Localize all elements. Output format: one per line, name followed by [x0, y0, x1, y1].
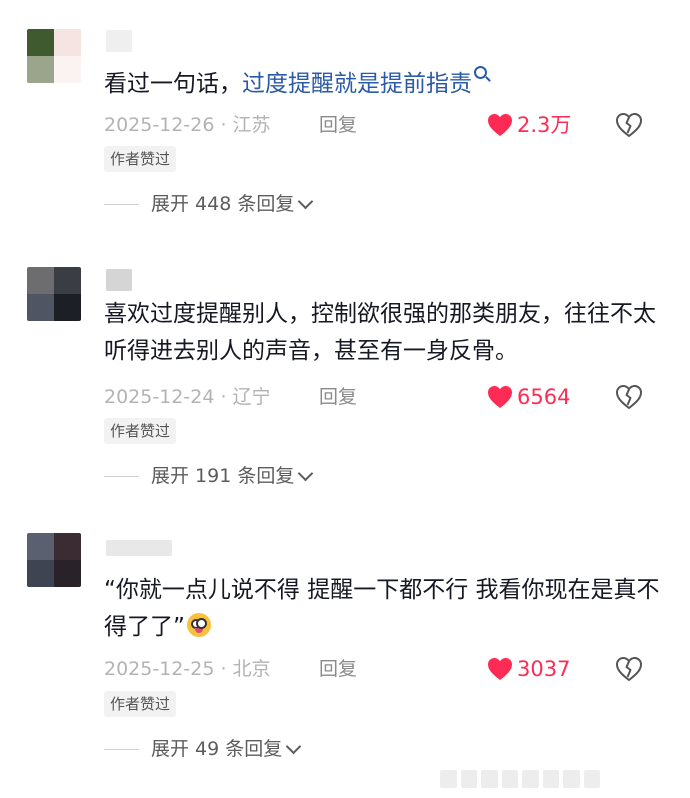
author-liked-badge: 作者赞过: [104, 418, 177, 444]
reply-button[interactable]: 回复: [319, 384, 357, 410]
divider: [104, 203, 139, 205]
reply-button[interactable]: 回复: [319, 656, 357, 682]
like-button[interactable]: 2.3万: [487, 112, 571, 138]
avatar[interactable]: [27, 29, 81, 83]
broken-heart-icon: [615, 656, 643, 682]
like-button[interactable]: 3037: [487, 656, 570, 682]
comment-meta: 2025-12-25 · 北京 回复 3037: [104, 656, 664, 682]
dislike-button[interactable]: [615, 656, 643, 682]
like-count: 2.3万: [517, 113, 572, 137]
expand-replies-button[interactable]: 展开 191 条回复: [104, 462, 314, 490]
username[interactable]: [106, 269, 132, 291]
heart-icon: [487, 657, 513, 681]
broken-heart-icon: [615, 384, 643, 410]
author-liked-badge: 作者赞过: [104, 146, 177, 172]
search-icon[interactable]: [474, 66, 487, 79]
expand-replies-label: 展开 49 条回复: [151, 738, 283, 760]
chevron-down-icon: [285, 738, 302, 754]
comment-text: 喜欢过度提醒别人，控制欲很强的那类朋友，往往不太听得进去别人的声音，甚至有一身反…: [104, 301, 656, 364]
comment-date-location: 2025-12-26 · 江苏: [104, 114, 271, 136]
chevron-down-icon: [298, 193, 314, 209]
expand-replies-button[interactable]: 展开 448 条回复: [104, 190, 314, 218]
watermark: [440, 770, 600, 788]
expand-replies-label: 展开 191 条回复: [151, 465, 295, 487]
broken-heart-icon: [615, 112, 643, 138]
silly-face-emoji-icon: [186, 613, 211, 637]
username[interactable]: [106, 30, 132, 52]
divider: [104, 748, 139, 750]
search-keyword-link[interactable]: 过度提醒就是提前指责: [242, 71, 472, 97]
comment-meta: 2025-12-24 · 辽宁 回复 6564: [104, 384, 664, 410]
dislike-button[interactable]: [615, 112, 643, 138]
username[interactable]: [106, 540, 172, 556]
heart-icon: [487, 113, 513, 137]
expand-replies-button[interactable]: 展开 49 条回复: [104, 735, 302, 763]
comment-text: “你就一点儿说不得 提醒一下都不行 我看你现在是真不得了了”: [104, 572, 664, 646]
chevron-down-icon: [298, 465, 314, 481]
author-liked-badge: 作者赞过: [104, 691, 177, 717]
comment-text: 看过一句话，过度提醒就是提前指责: [104, 66, 664, 103]
like-count: 3037: [517, 657, 571, 681]
expand-replies-label: 展开 448 条回复: [151, 193, 295, 215]
divider: [104, 475, 139, 477]
comment-text-plain: “你就一点儿说不得 提醒一下都不行 我看你现在是真不得了了”: [104, 577, 660, 640]
heart-icon: [487, 385, 513, 409]
comment-text-plain: 看过一句话，: [104, 71, 242, 97]
comment-date-location: 2025-12-25 · 北京: [104, 658, 271, 680]
avatar[interactable]: [27, 267, 81, 321]
like-count: 6564: [517, 385, 571, 409]
reply-button[interactable]: 回复: [319, 112, 357, 138]
dislike-button[interactable]: [615, 384, 643, 410]
comment-date-location: 2025-12-24 · 辽宁: [104, 386, 271, 408]
comment-meta: 2025-12-26 · 江苏 回复 2.3万: [104, 112, 664, 138]
like-button[interactable]: 6564: [487, 384, 570, 410]
avatar[interactable]: [27, 533, 81, 587]
